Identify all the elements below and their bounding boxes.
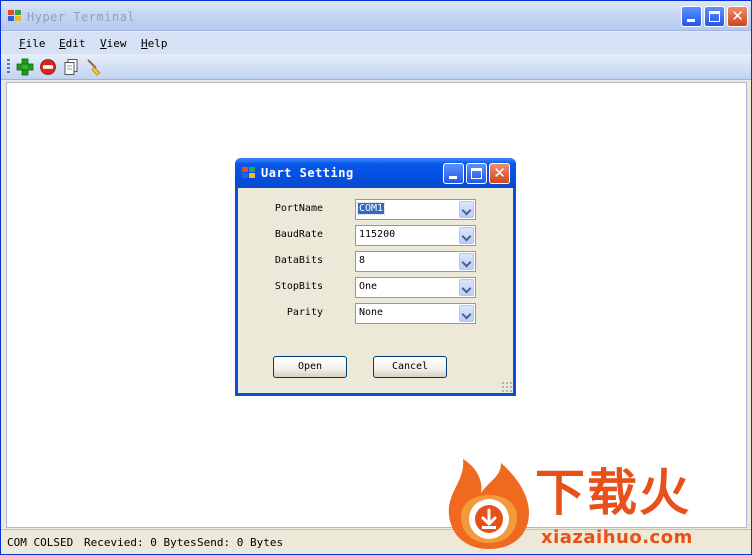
close-icon: ✕ xyxy=(493,164,506,182)
baudrate-combo[interactable]: 115200 xyxy=(355,225,476,246)
chevron-down-icon[interactable] xyxy=(459,253,474,270)
dialog-close-button[interactable]: ✕ xyxy=(489,163,510,184)
menu-view[interactable]: View xyxy=(100,37,127,50)
dialog-app-icon xyxy=(242,167,255,179)
close-button[interactable]: ✕ xyxy=(727,6,748,27)
baudrate-value: 115200 xyxy=(359,229,396,240)
menu-bar: File Edit View Help xyxy=(1,32,751,54)
maximize-button[interactable] xyxy=(704,6,725,27)
chevron-down-icon[interactable] xyxy=(459,279,474,296)
chevron-down-icon[interactable] xyxy=(459,305,474,322)
databits-value: 8 xyxy=(359,255,366,266)
add-icon[interactable] xyxy=(16,58,34,76)
resize-grip-icon[interactable] xyxy=(501,381,512,392)
window-title: Hyper Terminal xyxy=(27,10,136,24)
title-bar[interactable]: Hyper Terminal ✕ xyxy=(1,1,751,31)
minimize-button[interactable] xyxy=(681,6,702,27)
parity-label: Parity xyxy=(286,307,323,318)
maximize-icon xyxy=(709,11,720,22)
menu-edit[interactable]: Edit xyxy=(59,37,86,50)
portname-label: PortName xyxy=(274,203,323,214)
chevron-down-icon[interactable] xyxy=(459,227,474,244)
watermark-url: xiazaihuo.com xyxy=(541,527,693,548)
menu-help[interactable]: Help xyxy=(141,37,168,50)
databits-label: DataBits xyxy=(274,255,323,266)
portname-value: COM1 xyxy=(356,202,386,215)
menu-file-mnemonic: F xyxy=(19,37,26,50)
parity-value: None xyxy=(359,307,384,318)
menu-help-mnemonic: H xyxy=(141,37,148,50)
portname-combo[interactable]: COM1 xyxy=(355,199,476,220)
flame-logo-icon xyxy=(448,459,529,549)
stopbits-value: One xyxy=(359,281,378,292)
dialog-title-bar[interactable]: Uart Setting ✕ xyxy=(235,158,516,188)
menu-view-mnemonic: V xyxy=(100,37,107,50)
cancel-button[interactable]: Cancel xyxy=(373,356,447,378)
parity-combo[interactable]: None xyxy=(355,303,476,324)
app-icon xyxy=(8,10,21,22)
minimize-icon xyxy=(449,176,457,179)
watermark-brand: 下载火 xyxy=(535,464,691,522)
copy-icon[interactable] xyxy=(62,58,80,76)
stopbits-label: StopBits xyxy=(274,281,323,292)
toolbar-grip-icon[interactable] xyxy=(7,59,10,75)
menu-edit-label: dit xyxy=(65,37,86,50)
status-connection: COM COLSED xyxy=(7,536,74,549)
watermark: 下载火 xiazaihuo.com xyxy=(443,455,752,553)
dialog-title: Uart Setting xyxy=(261,166,354,180)
chevron-down-icon[interactable] xyxy=(459,201,474,218)
menu-file[interactable]: File xyxy=(19,37,46,50)
maximize-icon xyxy=(471,168,482,179)
status-send: Send: 0 Bytes xyxy=(197,536,284,549)
baudrate-label: BaudRate xyxy=(274,229,323,240)
menu-edit-mnemonic: E xyxy=(59,37,66,50)
stop-icon[interactable] xyxy=(39,58,57,76)
minimize-icon xyxy=(687,19,695,22)
uart-setting-dialog: Uart Setting ✕ PortName COM1 BaudRate 11… xyxy=(235,158,516,396)
toolbar xyxy=(1,54,751,80)
status-received: Recevied: 0 Bytes xyxy=(84,536,197,549)
menu-help-label: elp xyxy=(147,37,168,50)
open-button[interactable]: Open xyxy=(273,356,347,378)
clear-icon[interactable] xyxy=(85,58,103,76)
dialog-maximize-button[interactable] xyxy=(466,163,487,184)
menu-view-label: iew xyxy=(106,37,127,50)
dialog-minimize-button[interactable] xyxy=(443,163,464,184)
close-icon: ✕ xyxy=(731,7,744,25)
stopbits-combo[interactable]: One xyxy=(355,277,476,298)
databits-combo[interactable]: 8 xyxy=(355,251,476,272)
menu-file-label: ile xyxy=(25,37,46,50)
